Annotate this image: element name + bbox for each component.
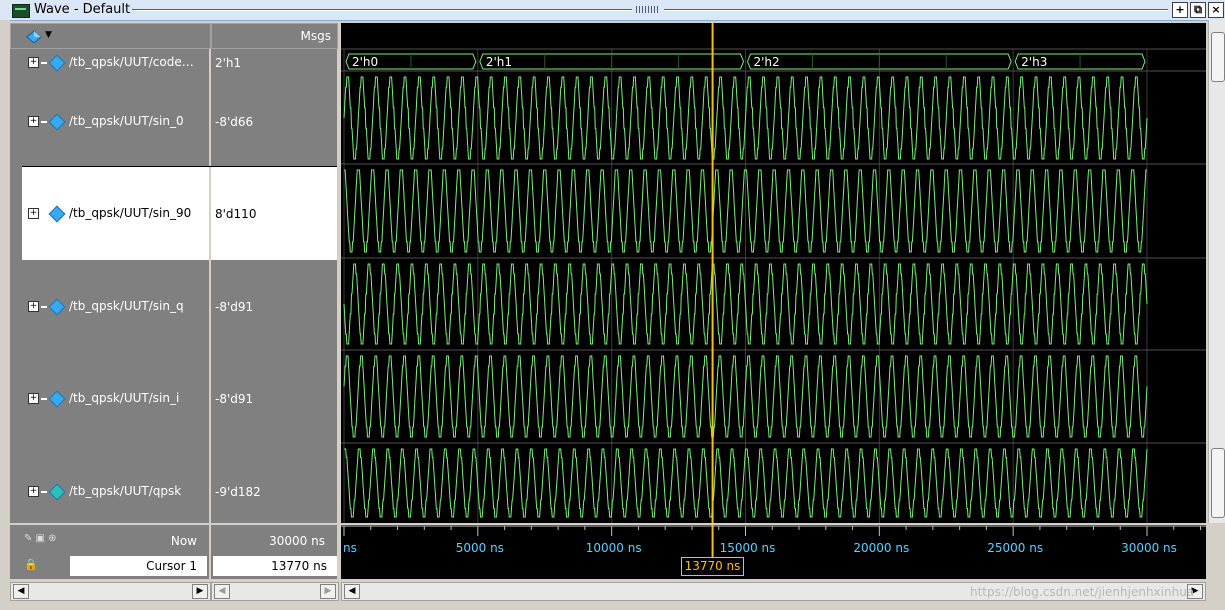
ruler-tick-label: ns [343, 541, 357, 555]
signal-name: /tb_qpsk/UUT/qpsk [69, 484, 182, 498]
title-rule-right [664, 9, 1168, 11]
now-value: 30000 ns [269, 534, 325, 548]
cursor-value: 13770 ns [271, 559, 327, 573]
signal-name: /tb_qpsk/UUT/sin_90 [69, 206, 192, 220]
scroll-right-icon[interactable]: ▶ [320, 584, 336, 599]
bus-diamond-icon [48, 205, 66, 222]
scroll-right-icon[interactable]: ▶ [192, 584, 208, 599]
signal-value: -9'd182 [215, 485, 261, 499]
value-column-header: Msgs [211, 23, 338, 49]
name-hscroll[interactable]: ◀ ▶ [10, 582, 211, 601]
bus-diamond-icon [48, 390, 66, 407]
name-pane-gutter [10, 49, 22, 523]
ruler-tick-label: 30000 ns [1121, 541, 1177, 555]
chevron-down-icon[interactable]: ▼ [45, 30, 52, 40]
close-button[interactable]: × [1208, 2, 1224, 18]
dock-button[interactable]: + [1172, 2, 1188, 18]
row-separator [22, 166, 337, 167]
window-titlebar: Wave - Default + ⧉ × [0, 0, 1225, 21]
signal-name: /tb_qpsk/UUT/code… [69, 55, 194, 69]
msgs-label: Msgs [300, 29, 331, 43]
expand-icon[interactable]: + [28, 116, 39, 127]
watermark: https://blog.csdn.net/jienhjenhxinhua [970, 585, 1195, 599]
waveform-canvas[interactable]: 2'h0 2'h1 2'h2 2'h3 [341, 23, 1206, 523]
bus-diamond-output-icon [48, 483, 66, 500]
waveform-svg: 2'h0 2'h1 2'h2 2'h3 [341, 23, 1206, 523]
expand-icon[interactable]: + [28, 301, 39, 312]
now-label: Now [170, 534, 197, 548]
bus-value-label: 2'h1 [486, 55, 512, 69]
bus-value-label: 2'h3 [1021, 55, 1047, 69]
scroll-left-icon[interactable]: ◀ [214, 584, 230, 599]
lock-icon[interactable]: 🔒 [24, 558, 38, 571]
expand-icon[interactable]: + [28, 57, 39, 68]
expand-icon[interactable]: + [28, 393, 39, 404]
cursor-value-box: 13770 ns [213, 556, 337, 576]
cursor-flag[interactable]: 13770 ns [680, 557, 745, 576]
cursor-toolbar-icons[interactable]: ✎ ▣ ⊕ [24, 533, 57, 544]
bus-diamond-icon [48, 54, 66, 71]
scroll-thumb-bottom[interactable] [1211, 448, 1225, 518]
ruler-tick-label: 10000 ns [586, 541, 642, 555]
cursor-name-box[interactable]: Cursor 1 [70, 556, 207, 576]
bus-value-label: 2'h2 [754, 55, 780, 69]
expand-icon[interactable]: + [28, 486, 39, 497]
ruler-tick-label: 5000 ns [456, 541, 504, 555]
expand-icon[interactable]: + [28, 208, 39, 219]
signal-name: /tb_qpsk/UUT/sin_q [69, 299, 184, 313]
wave-window-icon [12, 4, 30, 18]
signal-name: /tb_qpsk/UUT/sin_0 [69, 114, 184, 128]
ruler-tick-label: 20000 ns [853, 541, 909, 555]
signal-value: -8'd66 [215, 115, 254, 129]
bus-diamond-icon [48, 298, 66, 315]
signal-name: /tb_qpsk/UUT/sin_i [69, 391, 180, 405]
vertical-scrollbar[interactable] [1208, 20, 1225, 523]
signal-value: -8'd91 [215, 392, 254, 406]
ruler-tick-label: 25000 ns [987, 541, 1043, 555]
signal-value: -8'd91 [215, 300, 254, 314]
signal-value: 8'd110 [215, 207, 257, 221]
scroll-left-icon[interactable]: ◀ [344, 584, 360, 599]
bus-diamond-icon [48, 113, 66, 130]
scroll-thumb-top[interactable] [1211, 32, 1225, 82]
time-ruler[interactable]: ns 5000 ns 10000 ns 15000 ns 20000 ns 25000 n… [341, 525, 1206, 579]
bus-value-label: 2'h0 [352, 55, 378, 69]
value-hscroll[interactable]: ◀ ▶ [211, 582, 339, 601]
cursor-label: Cursor 1 [146, 559, 197, 573]
signal-value: 2'h1 [215, 56, 242, 70]
undock-button[interactable]: ⧉ [1190, 2, 1206, 18]
add-signal-icon[interactable] [25, 29, 42, 44]
scroll-left-icon[interactable]: ◀ [13, 584, 29, 599]
time-ruler-svg: ns 5000 ns 10000 ns 15000 ns 20000 ns 25000 n… [341, 525, 1206, 557]
window-title: Wave - Default [34, 2, 131, 17]
title-grip[interactable] [636, 6, 660, 13]
left-border [0, 20, 10, 610]
ruler-tick-label: 15000 ns [720, 541, 776, 555]
name-column-header: ▼ [10, 23, 211, 49]
title-rule-left [132, 9, 632, 11]
